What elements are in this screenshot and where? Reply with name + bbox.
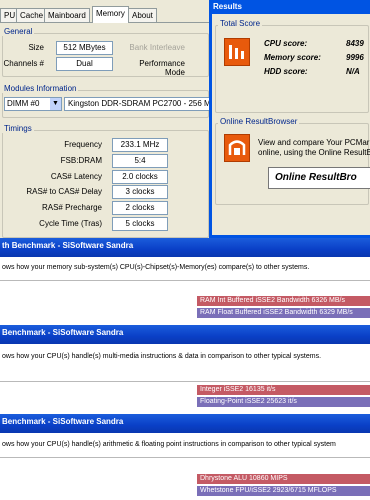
tab-mainboard[interactable]: Mainboard [44,8,90,22]
sandra-multimedia-panel: Benchmark - SiSoftware Sandra ows how yo… [0,325,370,414]
whetstone-fpu-bar: Whetstone FPU/iSSE2 2923/6715 MFLOPS [197,486,370,496]
general-group-title: General [2,27,35,36]
sandra-arithmetic-description: ows how your CPU(s) handle(s) arithmetic… [2,441,336,448]
tab-memory[interactable]: Memory [92,6,129,23]
bank-interleave-label: Bank Interleave [129,43,185,52]
fsb-dram-label: FSB:DRAM [60,156,102,165]
total-score-title: Total Score [218,19,263,28]
ras-to-cas-value: 3 clocks [112,185,168,199]
pcmark-score-icon [224,38,250,66]
sandra-arithmetic-panel: Benchmark - SiSoftware Sandra ows how yo… [0,414,370,500]
sandra-arithmetic-titlebar: Benchmark - SiSoftware Sandra [0,414,370,433]
fsb-dram-value: 5:4 [112,154,168,168]
results-window: Results Total Score CPU score: 8439 Memo… [209,0,370,238]
online-resultbrowser-button[interactable]: Online ResultBro [268,167,370,189]
dhrystone-alu-bar: Dhrystone ALU 10860 MIPS [197,474,370,484]
hdd-score-label: HDD score: [264,67,308,76]
performance-mode-label: Performance Mode [139,59,185,77]
integer-isse2-bar: Integer iSSE2 16135 it/s [197,385,370,395]
online-text-line-2: online, using the Online ResultBro [258,148,370,157]
floating-point-isse2-bar: Floating-Point iSSE2 25623 it/s [197,397,370,407]
channels-label: Channels # [3,59,44,68]
memory-score-label: Memory score: [264,53,321,62]
sandra-multimedia-title: Benchmark - SiSoftware Sandra [2,328,124,337]
cas-latency-value: 2.0 clocks [112,170,168,184]
online-text-line-1: View and compare Your PCMark [258,138,370,147]
cpuz-window: PU Cache Mainboard Memory About General … [0,0,214,238]
frequency-value: 233.1 MHz [112,138,168,152]
divider [0,457,370,458]
module-description: Kingston DDR-SDRAM PC2700 - 256 MB [64,97,214,111]
dimm-select[interactable]: DIMM #0 ▼ [4,97,62,111]
channels-value: Dual [56,57,113,71]
size-value: 512 MBytes [56,41,113,55]
timings-group-title: Timings [2,124,34,133]
online-browser-title: Online ResultBrowser [218,117,300,126]
dimm-select-value: DIMM #0 [7,99,40,108]
ram-int-bar: RAM Int Buffered iSSE2 Bandwidth 6326 MB… [197,296,370,306]
divider [0,381,370,382]
tab-cache[interactable]: Cache [16,8,48,22]
ras-to-cas-label: RAS# to CAS# Delay [26,187,102,196]
sandra-arithmetic-title: Benchmark - SiSoftware Sandra [2,417,124,426]
cpu-score-value: 8439 [346,39,364,48]
cas-latency-label: CAS# Latency [50,172,102,181]
chevron-down-icon[interactable]: ▼ [50,98,61,110]
memory-score-value: 9996 [346,53,364,62]
results-body: Total Score CPU score: 8439 Memory score… [212,14,370,235]
results-title: Results [213,2,242,11]
cycle-time-value: 5 clocks [112,217,168,231]
online-browser-icon [224,134,250,162]
size-label: Size [28,43,44,52]
tab-about[interactable]: About [128,8,157,22]
sandra-multimedia-description: ows how your CPU(s) handle(s) multi-medi… [2,353,322,360]
hdd-score-value: N/A [346,67,360,76]
sandra-memory-panel: th Benchmark - SiSoftware Sandra ows how… [0,238,370,325]
ras-precharge-label: RAS# Precharge [41,203,102,212]
sandra-memory-title: th Benchmark - SiSoftware Sandra [2,241,134,250]
modules-group-title: Modules Information [2,84,79,93]
sandra-multimedia-titlebar: Benchmark - SiSoftware Sandra [0,325,370,344]
divider [0,280,370,281]
sandra-memory-titlebar: th Benchmark - SiSoftware Sandra [0,238,370,257]
frequency-label: Frequency [64,140,102,149]
cycle-time-label: Cycle Time (Tras) [39,219,102,228]
sandra-memory-description: ows how your memory sub-system(s) CPU(s)… [2,264,310,271]
ram-float-bar: RAM Float Buffered iSSE2 Bandwidth 6329 … [197,308,370,318]
cpu-score-label: CPU score: [264,39,308,48]
ras-precharge-value: 2 clocks [112,201,168,215]
cpuz-tab-bar: PU Cache Mainboard Memory About [0,6,211,23]
